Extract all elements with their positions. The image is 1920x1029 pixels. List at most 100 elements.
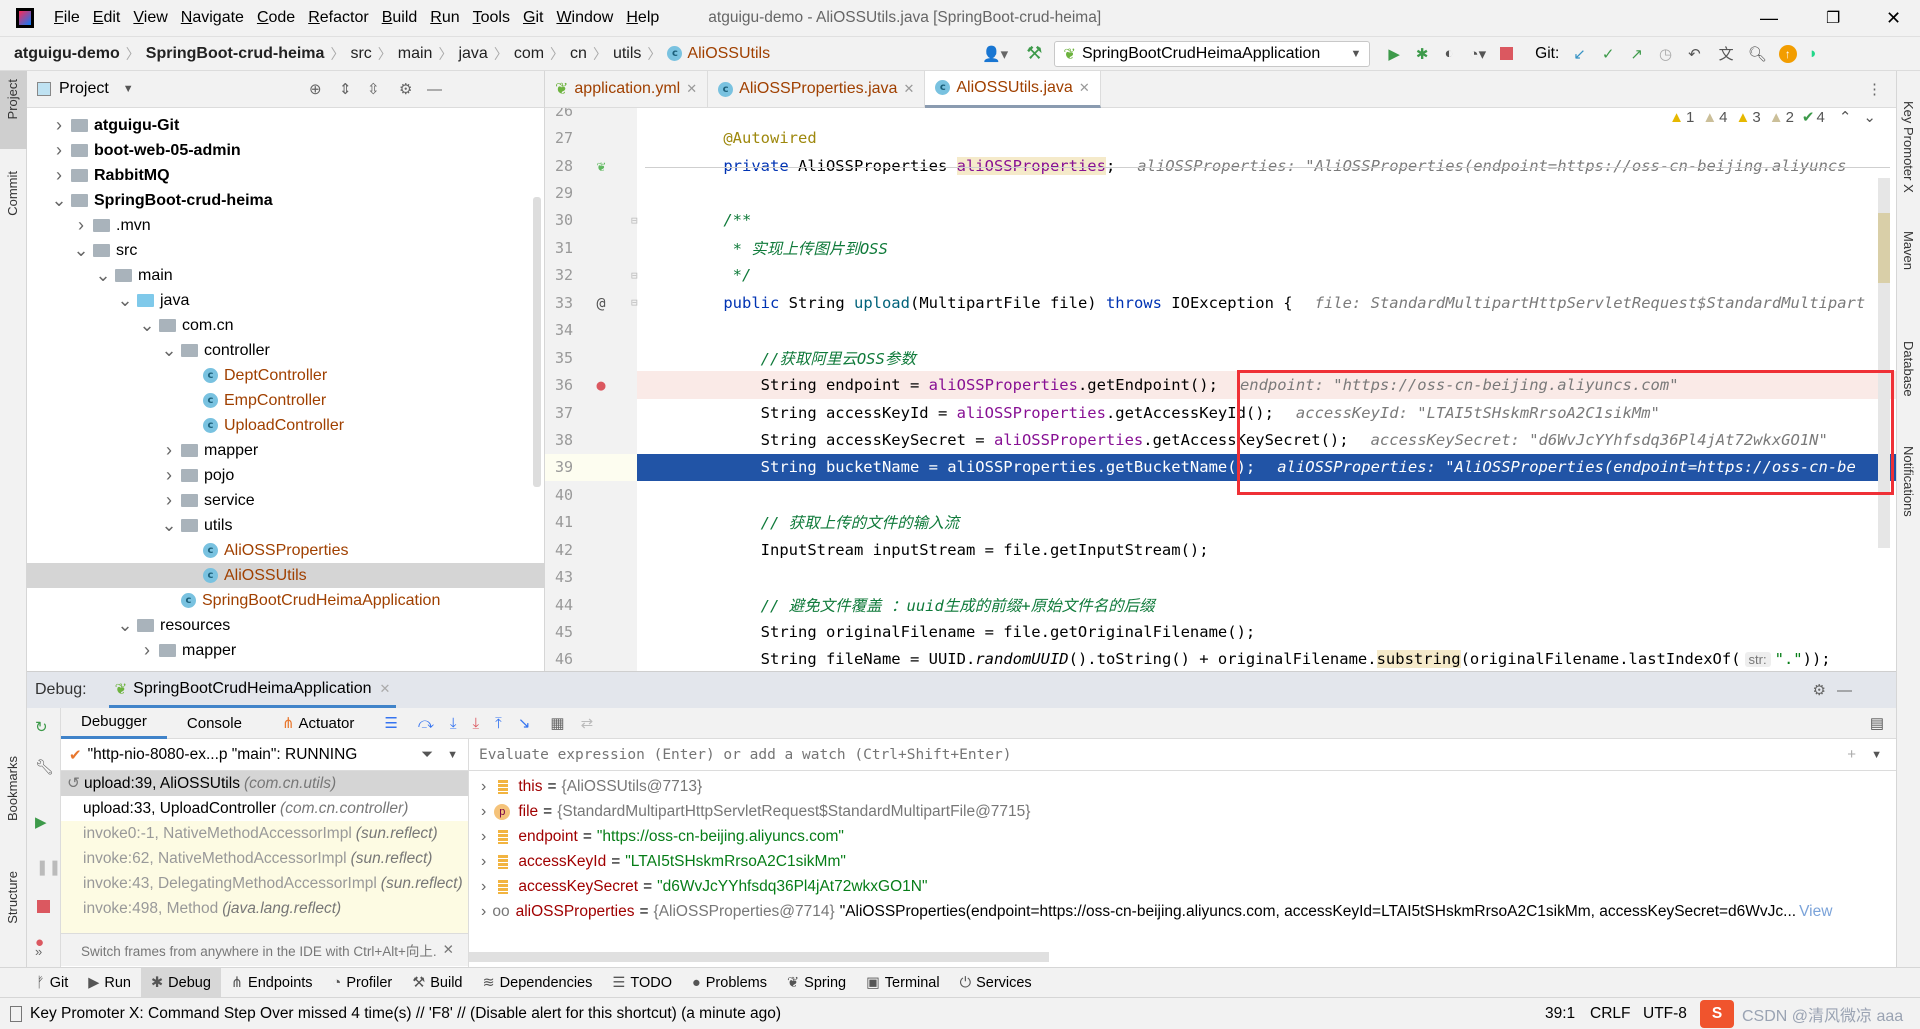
tree-item[interactable]: ⌄ resources [27,613,545,638]
debug-tab-console[interactable]: Console [167,708,262,739]
stop-icon[interactable] [1500,47,1514,60]
menu-window[interactable]: Window [556,9,613,27]
maven-tool-button[interactable]: Maven [1901,231,1916,270]
profile-icon[interactable]: ◔▾ [1470,45,1487,63]
stack-frame[interactable]: invoke:43, DelegatingMethodAccessorImpl(… [61,871,468,896]
code-line[interactable]: 41 // 获取上传的文件的输入流 [545,509,1896,536]
chevron-right-icon[interactable]: › [51,115,67,136]
translate-icon[interactable]: 文 [1719,43,1734,64]
code-line[interactable]: 43 [545,563,1896,590]
variables-scrollbar[interactable] [469,952,1049,962]
restore-button[interactable]: ❐ [1826,8,1840,28]
search-icon[interactable]: 🔍︎ [1748,45,1767,63]
coverage-icon[interactable]: ◐ [1444,45,1453,62]
locate-icon[interactable]: ⊕ [309,80,322,98]
file-encoding[interactable]: UTF-8 [1643,1005,1687,1023]
tree-item[interactable]: › atguigu-Git [27,113,545,138]
close-icon[interactable]: ✕ [1079,80,1090,96]
stack-frame[interactable]: ↺ upload:39, AliOSSUtils (com.cn.utils) [61,771,468,796]
tree-item[interactable]: c AliOSSUtils [27,563,545,588]
breadcrumb-item[interactable]: utils [613,45,641,63]
collapse-all-icon[interactable]: ⇳ [367,80,380,98]
implemented-at-icon[interactable]: @ [590,294,612,312]
chevron-up-icon[interactable]: ⌃ [1839,108,1852,126]
chevron-right-icon[interactable]: › [161,440,177,461]
editor-tab[interactable]: c AliOSSUtils.java ✕ [925,70,1101,108]
chevron-right-icon[interactable]: › [51,108,67,111]
git-push-icon[interactable]: ↗ [1630,45,1643,63]
tree-item[interactable]: c AliOSSProperties [27,538,545,563]
stack-frame[interactable]: upload:33, UploadController (com.cn.contr… [61,796,468,821]
caret-position[interactable]: 39:1 [1545,1005,1575,1023]
debug-tab-actuator[interactable]: ⋔ Actuator [262,708,374,739]
expand-all-icon[interactable]: ⇕ [339,80,352,98]
evaluate-expression-input[interactable] [479,746,1779,763]
menu-file[interactable]: File [54,9,80,27]
editor-tab[interactable]: c AliOSSProperties.java ✕ [708,70,926,108]
chevron-right-icon[interactable]: › [51,165,67,186]
code-with-me-icon[interactable]: ◗ [1809,45,1818,62]
more-icon[interactable]: » [35,944,42,959]
key-promoter-tool-button[interactable]: Key Promoter X [1901,101,1916,193]
breadcrumb-item[interactable]: java [458,45,487,63]
spring-bean-icon[interactable]: ❦ [590,157,612,175]
view-link[interactable]: View [1799,903,1832,921]
chevron-down-icon[interactable]: ▼ [447,749,458,761]
gear-icon[interactable]: ⚙ [399,80,412,98]
build-hammer-icon[interactable]: ⚒ [1026,43,1042,64]
menu-help[interactable]: Help [626,9,659,27]
editor-tab[interactable]: ❦ application.yml ✕ [545,70,709,108]
notifications-tool-button[interactable]: Notifications [1901,446,1916,517]
chevron-down-icon[interactable]: ⌄ [161,340,177,361]
chevron-right-icon[interactable]: › [481,778,486,796]
commit-tool-button[interactable]: Commit [5,171,20,216]
tree-item[interactable]: ⌄ com.cn [27,313,545,338]
project-tool-button[interactable]: Project [0,71,27,149]
tree-item[interactable]: › mapper [27,438,545,463]
menu-refactor[interactable]: Refactor [308,9,368,27]
code-line[interactable]: 45 String originalFilename = file.getOri… [545,618,1896,645]
chevron-down-icon[interactable]: ⌄ [1863,108,1876,126]
tool-window-spring[interactable]: ❦ Spring [777,968,856,998]
chevron-right-icon[interactable]: › [73,215,89,236]
pause-icon[interactable]: ❚❚ [36,858,61,876]
tool-window-debug[interactable]: ✱ Debug [141,967,221,998]
chevron-right-icon[interactable]: › [481,803,486,821]
breadcrumb-item[interactable]: atguigu-demo [14,45,120,63]
tool-window-problems[interactable]: ● Problems [682,968,777,998]
menu-code[interactable]: Code [257,9,295,27]
variable-row[interactable]: › endpoint = "https://oss-cn-beijing.aliyun… [469,824,1896,849]
close-window-button[interactable]: ✕ [1886,8,1901,29]
chevron-right-icon[interactable]: › [161,465,177,486]
tree-item[interactable]: c EmpController [27,388,545,413]
tree-item[interactable]: › mapper [27,638,545,663]
code-line[interactable]: 44 // 避免文件覆盖 ：uuid生成的前缀+原始文件名的后缀 [545,591,1896,618]
frames-menu-icon[interactable]: ☰ [384,714,397,732]
breadcrumb-item[interactable]: SpringBoot-crud-heima [146,45,325,63]
more-tabs-icon[interactable]: ⋮ [1867,80,1882,98]
code-line[interactable]: 31 * 实现上传图片到OSS [545,234,1896,261]
tree-item[interactable]: › RabbitMQ [27,163,545,188]
stop-icon[interactable] [37,900,50,913]
stack-frame[interactable]: invoke:62, NativeMethodAccessorImpl (sun.… [61,846,468,871]
step-into-icon[interactable]: ⤓ [450,715,457,732]
tool-window-profiler[interactable]: ◔ Profiler [323,968,403,998]
code-line[interactable]: 29 [545,179,1896,206]
code-line[interactable]: 30 ⊟ /** [545,207,1896,234]
bookmarks-tool-button[interactable]: Bookmarks [5,756,20,821]
tree-item[interactable]: ⌄ controller [27,338,545,363]
fold-icon[interactable]: ⊟ [631,269,638,282]
menu-git[interactable]: Git [523,9,543,27]
rollback-icon[interactable]: ↶ [1688,45,1701,63]
status-message[interactable]: Key Promoter X: Command Step Over missed… [30,1005,781,1023]
chevron-down-icon[interactable]: ⌄ [161,515,177,536]
chevron-down-icon[interactable]: ⌄ [95,265,111,286]
minimize-button[interactable]: — [1760,8,1778,29]
variable-row[interactable]: › p file = {StandardMultipartHttpServletRequ… [469,799,1896,824]
menu-edit[interactable]: Edit [93,9,121,27]
fold-icon[interactable]: ⊟ [631,296,638,309]
tree-item[interactable]: › boot-web-05-admin [27,138,545,163]
code-line[interactable]: 46 String fileName = UUID. randomUUID ().t… [545,646,1896,671]
code-line[interactable]: 34 [545,317,1896,344]
chevron-down-icon[interactable]: ⌄ [117,290,133,311]
